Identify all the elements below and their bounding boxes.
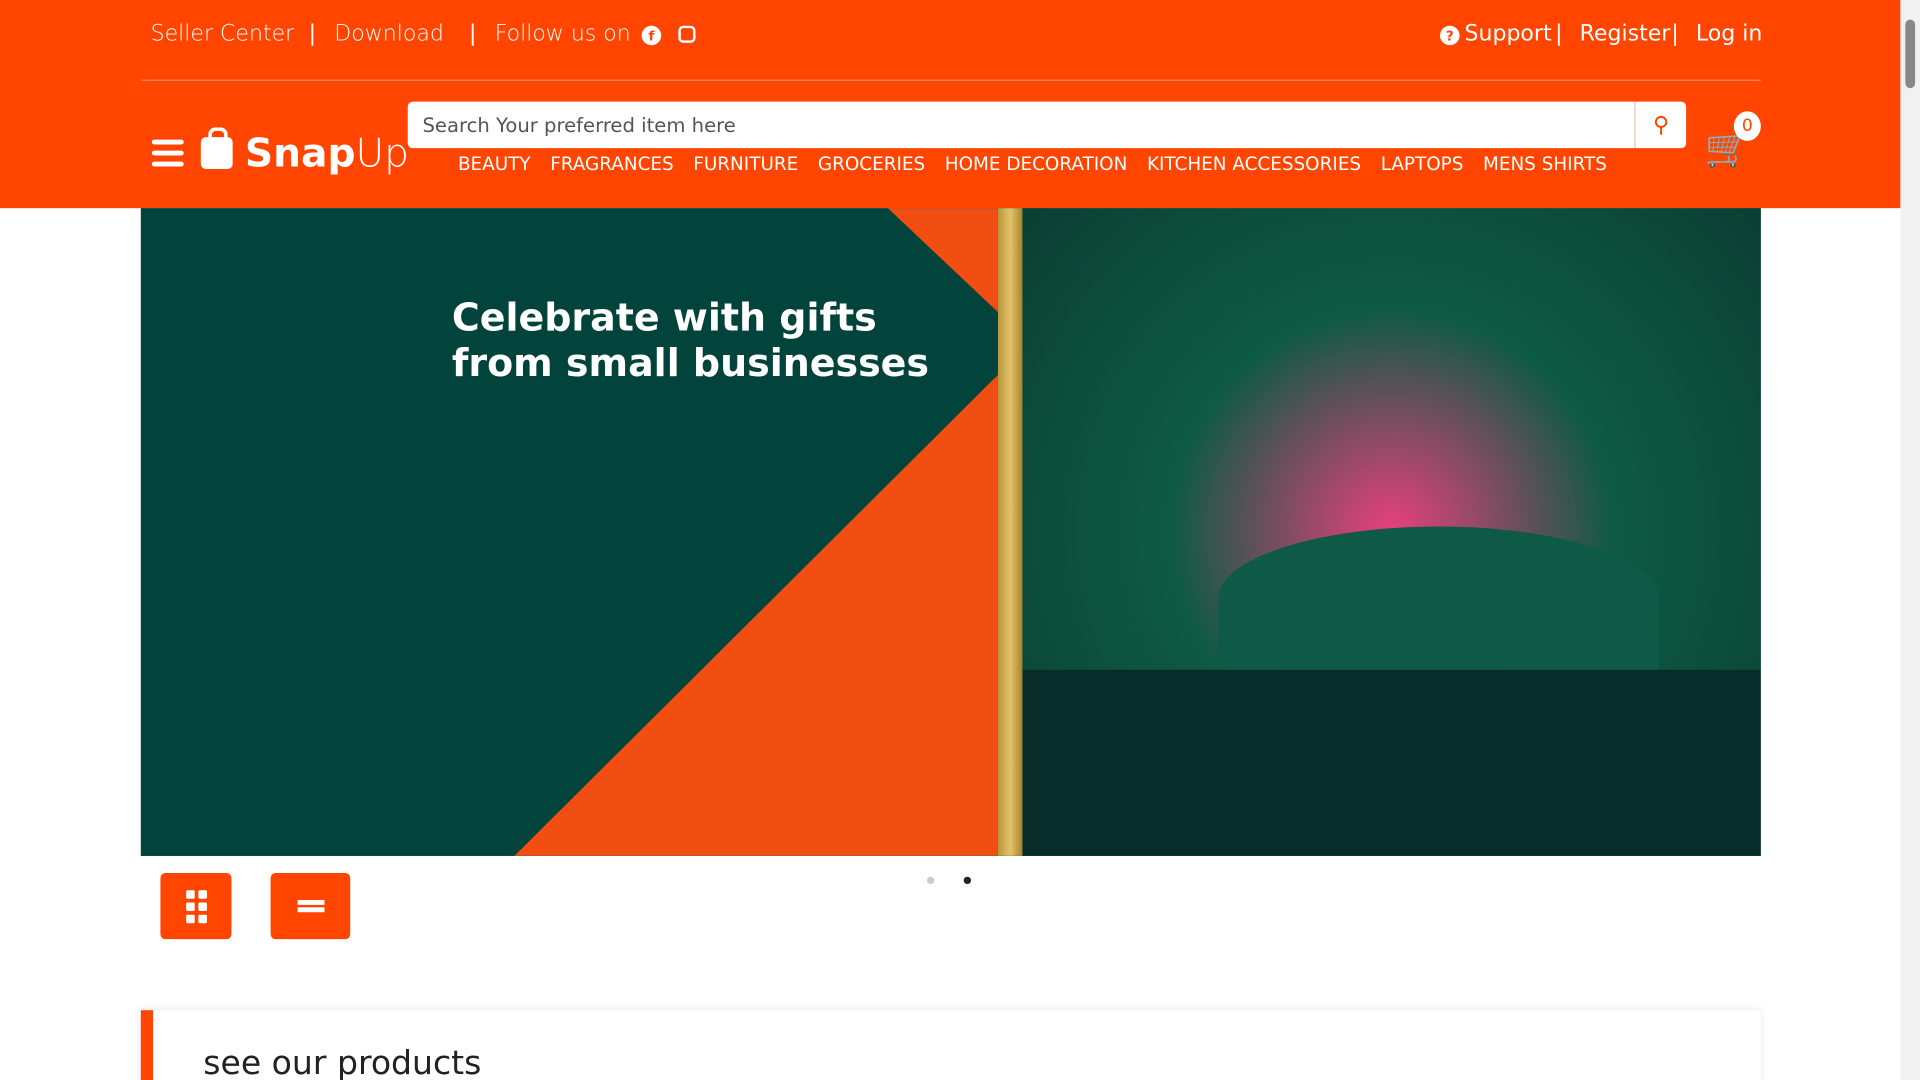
- cart-count-badge: 0: [1733, 111, 1761, 141]
- banner-gold-stripe: [997, 208, 1023, 856]
- category-home-decoration[interactable]: HOME DECORATION: [945, 153, 1128, 175]
- download-link[interactable]: Download: [334, 21, 444, 47]
- category-kitchen-accessories[interactable]: KITCHEN ACCESSORIES: [1147, 153, 1361, 175]
- login-link[interactable]: Log in: [1696, 21, 1762, 47]
- menu-icon[interactable]: [151, 139, 184, 167]
- section-title: see our products: [203, 1044, 482, 1080]
- top-bar: Seller Center | Download | Follow us on …: [140, 0, 1762, 81]
- list-icon: [296, 900, 324, 913]
- header: Seller Center | Download | Follow us on …: [0, 0, 1901, 209]
- category-mens-shirts[interactable]: MENS SHIRTS: [1483, 153, 1607, 175]
- carousel-dot[interactable]: [926, 876, 935, 885]
- register-link[interactable]: Register: [1580, 21, 1671, 47]
- facebook-icon[interactable]: f: [641, 25, 662, 46]
- list-view-button[interactable]: [270, 873, 351, 940]
- separator: |: [308, 20, 317, 47]
- category-nav: BEAUTY FRAGRANCES FURNITURE GROCERIES HO…: [458, 153, 1607, 175]
- help-icon: ?: [1440, 25, 1460, 46]
- grid-view-button[interactable]: [160, 873, 232, 940]
- brand-name: SnapUp: [244, 129, 410, 177]
- category-laptops[interactable]: LAPTOPS: [1381, 153, 1464, 175]
- products-section: see our products: [140, 1010, 1761, 1080]
- hero-banner[interactable]: Celebrate with gifts from small businesse…: [140, 208, 1761, 856]
- carousel-dot-active[interactable]: [963, 876, 972, 885]
- banner-dark-panel: [1022, 669, 1761, 856]
- grid-icon: [185, 889, 207, 923]
- category-furniture[interactable]: FURNITURE: [693, 153, 798, 175]
- logo[interactable]: SnapUp: [151, 127, 410, 177]
- category-groceries[interactable]: GROCERIES: [818, 153, 925, 175]
- carousel-indicators: [926, 876, 972, 885]
- search-button[interactable]: ⚲: [1634, 101, 1687, 149]
- search-icon: ⚲: [1652, 112, 1670, 138]
- banner-photo: [1022, 208, 1761, 670]
- search-input[interactable]: [407, 101, 1635, 149]
- separator: |: [1555, 20, 1563, 47]
- separator: |: [468, 20, 477, 47]
- follow-us-label: Follow us on: [494, 20, 631, 47]
- shopping-bag-icon: [200, 127, 233, 169]
- scrollbar[interactable]: [1900, 0, 1920, 1080]
- category-beauty[interactable]: BEAUTY: [458, 153, 531, 175]
- separator: |: [1671, 20, 1679, 47]
- instagram-icon[interactable]: [678, 25, 696, 43]
- seller-center-link[interactable]: Seller Center: [151, 21, 295, 47]
- category-fragrances[interactable]: FRAGRANCES: [550, 153, 673, 175]
- banner-title: Celebrate with gifts from small businesse…: [451, 296, 930, 386]
- scrollbar-thumb[interactable]: [1905, 19, 1916, 89]
- support-link[interactable]: Support: [1464, 21, 1551, 47]
- search-bar: ⚲: [407, 101, 1687, 149]
